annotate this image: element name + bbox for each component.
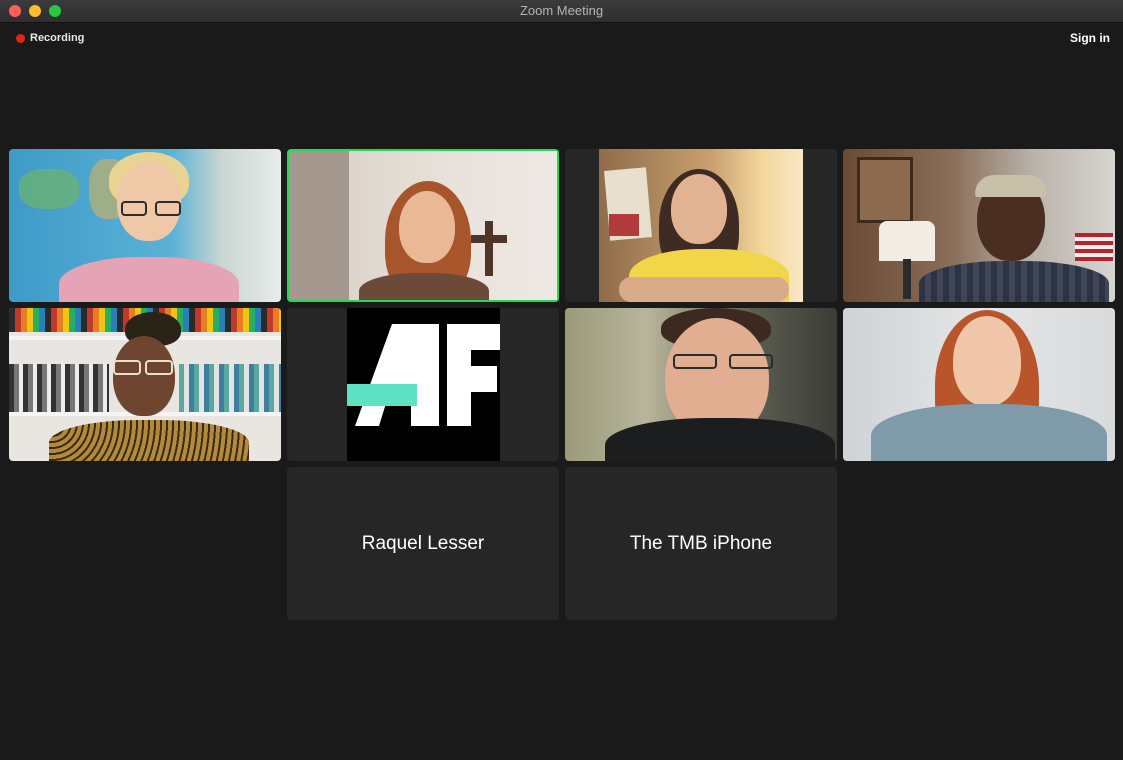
- af-logo-icon: [347, 324, 500, 426]
- video-tile-3[interactable]: [565, 149, 837, 302]
- video-feed: [9, 308, 281, 461]
- window-title: Zoom Meeting: [519, 3, 604, 18]
- recording-indicator: Recording: [16, 32, 84, 44]
- video-tile-6-logo[interactable]: [287, 308, 559, 461]
- video-tile-5[interactable]: [9, 308, 281, 461]
- video-feed: [9, 149, 281, 302]
- participant-name: Raquel Lesser: [361, 532, 485, 554]
- video-feed: [565, 308, 837, 461]
- video-tile-8[interactable]: [843, 308, 1115, 461]
- video-tile-2-active-speaker[interactable]: [287, 149, 559, 302]
- title-bar: Zoom Meeting: [0, 0, 1123, 23]
- video-feed: [843, 308, 1115, 461]
- recording-label: Recording: [30, 32, 85, 44]
- video-feed: [599, 149, 803, 302]
- sign-in-link[interactable]: Sign in: [1070, 31, 1110, 45]
- af-logo: [347, 308, 500, 461]
- video-tile-1[interactable]: [9, 149, 281, 302]
- video-tile-4[interactable]: [843, 149, 1115, 302]
- name-tile-raquel-lesser[interactable]: Raquel Lesser: [287, 467, 559, 620]
- video-feed: [843, 149, 1115, 302]
- video-tile-7[interactable]: [565, 308, 837, 461]
- video-feed: [289, 151, 557, 300]
- recording-dot-icon: [16, 33, 25, 43]
- name-tile-tmb-iphone[interactable]: The TMB iPhone: [565, 467, 837, 620]
- participant-name: The TMB iPhone: [629, 532, 773, 554]
